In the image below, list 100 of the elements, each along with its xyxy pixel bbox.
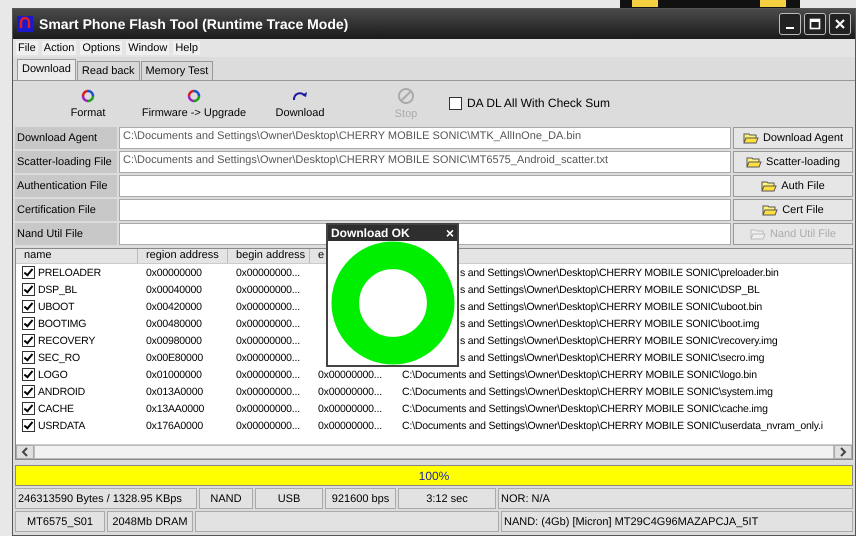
scroll-right-icon[interactable] — [839, 447, 847, 457]
menu-item[interactable]: Window — [126, 41, 170, 55]
field-label: Scatter-loading File — [15, 151, 117, 173]
app-icon — [17, 16, 33, 32]
column-header: begin address — [228, 249, 310, 263]
table-cell: 0x00000000... — [236, 266, 300, 278]
table-cell: UBOOT — [38, 300, 74, 312]
checkbox[interactable] — [22, 368, 35, 381]
table-cell: BOOTIMG — [38, 318, 86, 330]
input-field[interactable] — [119, 199, 731, 221]
stop-icon — [397, 86, 415, 104]
minimize-button[interactable] — [779, 13, 801, 35]
scroll-left-icon[interactable] — [21, 447, 29, 457]
checkbox[interactable] — [22, 283, 35, 296]
table-cell: C:\Documents and Settings\Owner\Desktop\CHERRY MOBILE SONIC\cache.img — [402, 402, 768, 414]
checkbox[interactable] — [22, 317, 35, 330]
close-button[interactable]: × — [446, 227, 454, 239]
table-cell: 0x00000000... — [236, 402, 300, 414]
table-cell: 0x00000000... — [236, 334, 300, 346]
status-cell: USB — [255, 488, 323, 509]
folder-icon — [750, 228, 766, 240]
browse-button[interactable]: Auth File — [733, 175, 853, 197]
table-cell: 0x00000000... — [318, 420, 382, 432]
table-cell: s and Settings\Owner\Desktop\CHERRY MOBILE SONIC\secro.img — [460, 352, 764, 364]
checkbox[interactable] — [22, 266, 35, 279]
table-cell: s and Settings\Owner\Desktop\CHERRY MOBILE SONIC\recovery.img — [460, 334, 778, 346]
column-header: region address — [138, 249, 228, 263]
table-cell: s and Settings\Owner\Desktop\CHERRY MOBILE SONIC\preloader.bin — [460, 266, 779, 278]
table-cell: 0x00980000 — [146, 334, 202, 346]
success-ring-icon — [330, 241, 454, 365]
table-cell: 0x00000000 — [146, 266, 202, 278]
table-cell: PRELOADER — [38, 266, 101, 278]
folder-icon — [746, 156, 762, 168]
table-cell: C:\Documents and Settings\Owner\Desktop\CHERRY MOBILE SONIC\userdata_nvram_only.i — [402, 420, 823, 432]
refresh-icon — [80, 88, 96, 104]
field-label: Certification File — [15, 199, 117, 221]
table-cell: 0x01000000 — [146, 368, 202, 380]
field-label: Nand Util File — [15, 223, 117, 245]
menu-item[interactable]: Help — [173, 41, 200, 55]
window-title: Smart Phone Flash Tool (Runtime Trace Mode) — [39, 16, 350, 32]
table-cell: LOGO — [38, 368, 68, 380]
table-cell: 0x00000000... — [318, 402, 382, 414]
table-cell: USRDATA — [38, 420, 86, 432]
table-cell: ANDROID — [38, 386, 86, 398]
folder-icon — [742, 132, 759, 144]
table-cell: s and Settings\Owner\Desktop\CHERRY MOBILE SONIC\DSP_BL — [460, 284, 760, 296]
table-cell: s and Settings\Owner\Desktop\CHERRY MOBILE SONIC\uboot.bin — [460, 300, 762, 312]
table-cell: RECOVERY — [38, 334, 96, 346]
browse-button[interactable]: Download Agent — [733, 127, 853, 149]
table-cell: 0x00000000... — [236, 386, 300, 398]
browse-button[interactable]: Scatter-loading — [733, 151, 853, 173]
menu-item[interactable]: File — [16, 41, 38, 55]
input-field[interactable]: C:\Documents and Settings\Owner\Desktop\CHERRY MOBILE SONIC\MT6575_Android_scatter.txt — [119, 151, 731, 173]
browse-button[interactable]: Cert File — [733, 199, 853, 221]
toolbar-button[interactable]: Format — [35, 88, 141, 118]
close-button[interactable] — [829, 13, 851, 35]
maximize-button[interactable] — [804, 13, 826, 35]
table-cell: 0x00000000... — [318, 368, 382, 380]
table-cell: SEC_RO — [38, 352, 80, 364]
column-header: name — [16, 249, 138, 263]
tab[interactable]: Memory Test — [140, 61, 214, 80]
status-cell: 2048Mb DRAM — [107, 511, 193, 532]
menu-item[interactable]: Action — [42, 41, 76, 55]
toolbar-button[interactable]: Firmware -> Upgrade — [141, 88, 247, 118]
table-cell: 0x00000000... — [236, 284, 300, 296]
checkbox[interactable] — [22, 351, 35, 364]
field-label: Authentication File — [15, 175, 117, 197]
tab[interactable]: Read back — [76, 61, 140, 80]
table-cell: 0x00000000... — [236, 318, 300, 330]
tab[interactable]: Download — [17, 59, 76, 80]
field-label: Download Agent — [15, 127, 117, 149]
dialog-title: Download OK — [331, 226, 410, 240]
checkbox[interactable] — [22, 419, 35, 432]
table-cell: 0x00000000... — [236, 368, 300, 380]
checksum-checkbox[interactable]: DA DL All With Check Sum — [449, 96, 610, 110]
table-cell: 0x00040000 — [146, 284, 202, 296]
table-cell: 0x00420000 — [146, 300, 202, 312]
table-cell: s and Settings\Owner\Desktop\CHERRY MOBILE SONIC\boot.img — [460, 318, 760, 330]
table-cell: C:\Documents and Settings\Owner\Desktop\CHERRY MOBILE SONIC\logo.bin — [402, 368, 757, 380]
input-field[interactable] — [119, 175, 731, 197]
refresh-icon — [186, 88, 202, 104]
checkbox[interactable] — [22, 334, 35, 347]
table-cell: 0x00000000... — [236, 300, 300, 312]
checkbox[interactable] — [22, 385, 35, 398]
input-field[interactable]: C:\Documents and Settings\Owner\Desktop\CHERRY MOBILE SONIC\MTK_AllInOne_DA.bin — [119, 127, 731, 149]
menu-item[interactable]: Options — [80, 41, 122, 55]
horizontal-scrollbar[interactable] — [16, 444, 852, 459]
checkbox[interactable] — [22, 402, 35, 415]
table-cell: CACHE — [38, 402, 74, 414]
folder-icon — [761, 180, 778, 192]
table-cell: 0x00480000 — [146, 318, 202, 330]
toolbar-button[interactable]: Download — [247, 88, 353, 118]
minimize-icon — [786, 27, 794, 29]
status-cell: MT6575_S01 — [15, 511, 105, 532]
progress-text: 100% — [418, 468, 450, 482]
folder-icon — [762, 204, 778, 216]
status-cell: 921600 bps — [325, 488, 396, 509]
table-cell: 0x00000000... — [318, 386, 382, 398]
status-cell: NAND — [199, 488, 253, 509]
checkbox[interactable] — [22, 300, 35, 313]
